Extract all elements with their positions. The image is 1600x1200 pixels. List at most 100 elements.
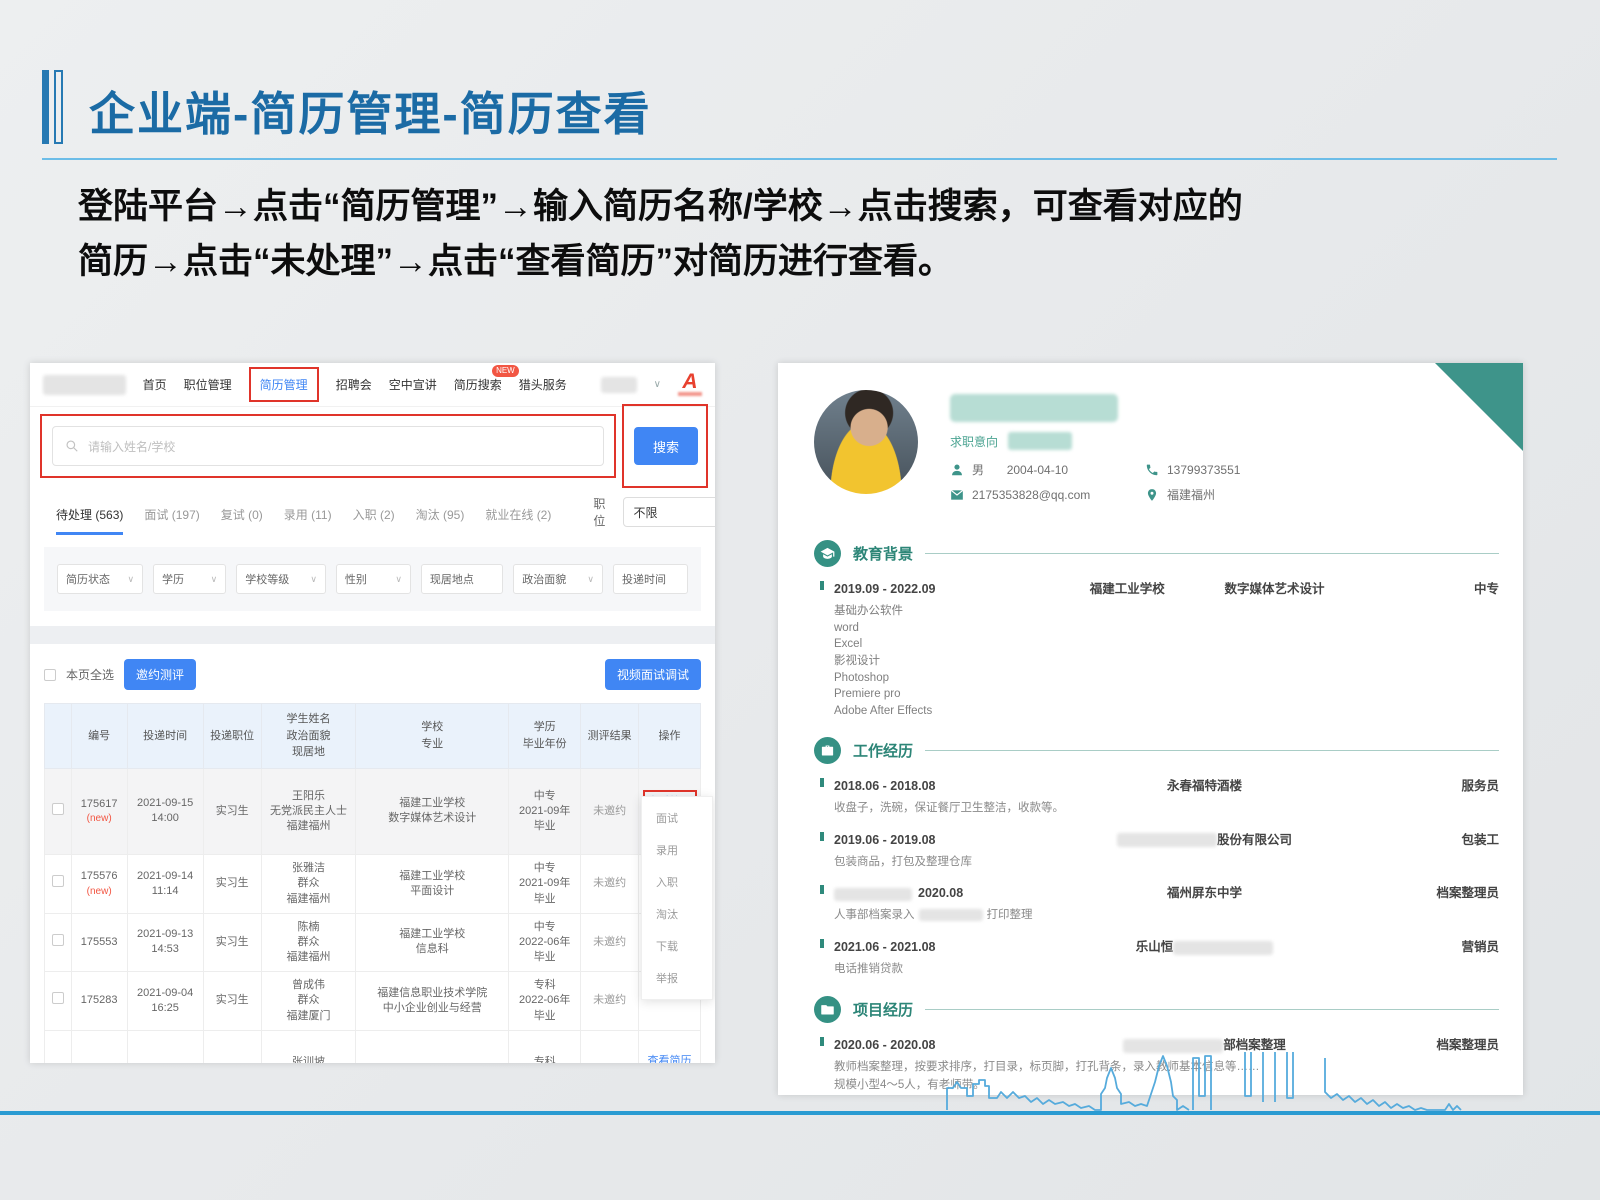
row-action-dropdown: 面试 录用 入职 淘汰 下载 举报 [641, 796, 713, 1000]
search-placeholder: 请输入姓名/学校 [88, 438, 175, 455]
work-section-header: 工作经历 [814, 737, 1499, 764]
position-select[interactable]: 不限 ▼ [623, 497, 715, 527]
table-header-row: 编号投递时间 投递职位学生姓名 政治面貌 现居地 学校 专业学历 毕业年份 测评… [45, 704, 701, 769]
filter-bar: 简历状态∨ 学历∨ 学校等级∨ 性别∨ 现居地点 政治面貌∨ 投递时间 [44, 547, 701, 611]
folder-icon [814, 996, 841, 1023]
view-resume-link[interactable]: 查看简历 [641, 1052, 698, 1063]
invite-assessment-button[interactable]: 邀约测评 [124, 659, 196, 690]
person-icon [950, 463, 964, 477]
action-hire[interactable]: 录用 [642, 834, 712, 866]
row-checkbox[interactable] [52, 934, 64, 946]
mail-icon [950, 488, 964, 502]
title-row: 企业端-简历管理-简历查看 [42, 70, 1557, 160]
phone-icon [1145, 463, 1159, 477]
city-skyline-decoration [945, 1050, 1510, 1114]
action-download[interactable]: 下载 [642, 930, 712, 962]
tab-hired[interactable]: 录用 (11) [284, 506, 332, 535]
table-row: 175283 2021-09-04 16:25 实习生 曾成伟 群众 福建厦门 … [45, 972, 701, 1031]
blurred-job-intent [1008, 432, 1072, 450]
tab-interview[interactable]: 面试 (197) [144, 506, 199, 535]
row-checkbox[interactable] [52, 803, 64, 815]
nav-item-headhunting[interactable]: 猎头服务 [519, 376, 567, 393]
resume-header: 求职意向 男 2004-04-10 13799373551 2175353828 [778, 363, 1523, 503]
search-button[interactable]: 搜索 [634, 427, 698, 465]
resume-body: 教育背景 2019.09 - 2022.09 福建工业学校 数字媒体艺术设计 中… [778, 503, 1523, 1095]
filter-apply-time[interactable]: 投递时间 [613, 564, 688, 594]
work-desc: 包装商品，打包及整理仓库 [834, 854, 1499, 872]
filter-location[interactable]: 现居地点 [421, 564, 503, 594]
new-badge: NEW [492, 365, 519, 377]
tab-employed-online[interactable]: 就业在线 (2) [485, 506, 551, 535]
filter-education[interactable]: 学历∨ [153, 564, 226, 594]
location-pin-icon [1145, 488, 1159, 502]
work-desc: 收盘子，洗碗，保证餐厅卫生整洁，收款等。 [834, 800, 1499, 818]
resume-table: 编号投递时间 投递职位学生姓名 政治面貌 现居地 学校 专业学历 毕业年份 测评… [44, 703, 701, 1063]
gender-birth-field: 男 2004-04-10 [950, 461, 1145, 478]
briefcase-icon [814, 737, 841, 764]
position-filter-label: 职位 [593, 495, 615, 529]
instructions-line-1: 登陆平台→点击“简历管理”→输入简历名称/学校→点击搜索，可查看对应的 [78, 180, 1518, 235]
blurred-date [834, 888, 912, 901]
video-interview-test-button[interactable]: 视频面试调试 [605, 659, 701, 690]
project-section-header: 项目经历 [814, 996, 1499, 1023]
nav-item-job-fair[interactable]: 招聘会 [336, 376, 372, 393]
email-field: 2175353828@qq.com [950, 486, 1145, 503]
blurred-company-name [1173, 941, 1273, 955]
table-row: 175553 2021-09-13 14:53 实习生 陈楠 群众 福建福州 福… [45, 913, 701, 972]
tab-onboarded[interactable]: 入职 (2) [353, 506, 395, 535]
work-entry: 2020.08 福州屏东中学 档案整理员 [834, 882, 1499, 901]
table-row: 175576(new) 2021-09-14 11:14 实习生 张雅洁 群众 … [45, 855, 701, 914]
page-title: 企业端-简历管理-简历查看 [89, 78, 652, 144]
avatar [814, 390, 918, 494]
tab-eliminated[interactable]: 淘汰 (95) [416, 506, 465, 535]
location-field: 福建福州 [1145, 486, 1483, 503]
nav-item-resume-search-label: 简历搜索 [454, 378, 502, 392]
education-entry: 2019.09 - 2022.09 福建工业学校 数字媒体艺术设计 中专 [834, 578, 1499, 597]
nav-item-home[interactable]: 首页 [143, 376, 167, 393]
blurred-candidate-name [950, 394, 1118, 422]
work-entry: 2019.06 - 2019.08 股份有限公司 包装工 [834, 829, 1499, 848]
work-entry: 2021.06 - 2021.08 乐山恒 营销员 [834, 936, 1499, 955]
filter-gender[interactable]: 性别∨ [336, 564, 411, 594]
work-desc: 电话推销贷款 [834, 961, 1499, 979]
nav-item-resume-management[interactable]: 简历管理 [249, 367, 319, 402]
filter-resume-status[interactable]: 简历状态∨ [57, 564, 143, 594]
action-eliminate[interactable]: 淘汰 [642, 898, 712, 930]
action-onboard[interactable]: 入职 [642, 866, 712, 898]
blurred-text [919, 909, 983, 921]
action-interview[interactable]: 面试 [642, 802, 712, 834]
corner-triangle-decoration [1435, 363, 1523, 451]
nav-item-job-management[interactable]: 职位管理 [184, 376, 232, 393]
filter-school-level[interactable]: 学校等级∨ [236, 564, 326, 594]
resume-detail-screenshot: 求职意向 男 2004-04-10 13799373551 2175353828 [778, 363, 1523, 1095]
row-checkbox[interactable] [52, 992, 64, 1004]
tab-pending[interactable]: 待处理 (563) [56, 506, 123, 535]
resume-list-card: 本页全选 邀约测评 视频面试调试 编号投递时间 投递职位学生姓名 政治面貌 现居… [30, 644, 715, 1063]
instructions-text: 登陆平台→点击“简历管理”→输入简历名称/学校→点击搜索，可查看对应的 简历→点… [78, 180, 1518, 290]
table-row: 175617(new) 2021-09-15 14:00 实习生 王阳乐 无党派… [45, 768, 701, 855]
tab-second-interview[interactable]: 复试 (0) [221, 506, 263, 535]
search-section: 请输入姓名/学校 搜索 [30, 407, 715, 491]
phone-field: 13799373551 [1145, 461, 1483, 478]
job-intent-label: 求职意向 [950, 433, 998, 450]
graduation-cap-icon [814, 540, 841, 567]
nav-item-resume-search[interactable]: 简历搜索 NEW [454, 376, 502, 393]
resume-list-screenshot: 首页 职位管理 简历管理 招聘会 空中宣讲 简历搜索 NEW 猎头服务 ∨ A … [30, 363, 715, 1063]
education-section-header: 教育背景 [814, 540, 1499, 567]
filter-political-status[interactable]: 政治面貌∨ [513, 564, 603, 594]
instructions-line-2: 简历→点击“未处理”→点击“查看简历”对简历进行查看。 [78, 235, 1518, 290]
nav-item-air-presentation[interactable]: 空中宣讲 [389, 376, 437, 393]
chevron-down-icon[interactable]: ∨ [654, 379, 661, 390]
section-divider [30, 626, 715, 644]
top-nav: 首页 职位管理 简历管理 招聘会 空中宣讲 简历搜索 NEW 猎头服务 ∨ A [30, 363, 715, 407]
search-icon [65, 439, 79, 453]
action-report[interactable]: 举报 [642, 962, 712, 994]
position-filter: 职位 不限 ▼ [593, 495, 715, 535]
row-checkbox[interactable] [52, 875, 64, 887]
title-decoration-bars [42, 70, 63, 144]
work-desc: 人事部档案录入打印整理 [834, 907, 1499, 925]
brand-logo: A [678, 373, 702, 397]
search-input[interactable]: 请输入姓名/学校 [52, 426, 604, 466]
slide: 企业端-简历管理-简历查看 登陆平台→点击“简历管理”→输入简历名称/学校→点击… [0, 0, 1600, 1200]
select-all-checkbox[interactable] [44, 669, 56, 681]
